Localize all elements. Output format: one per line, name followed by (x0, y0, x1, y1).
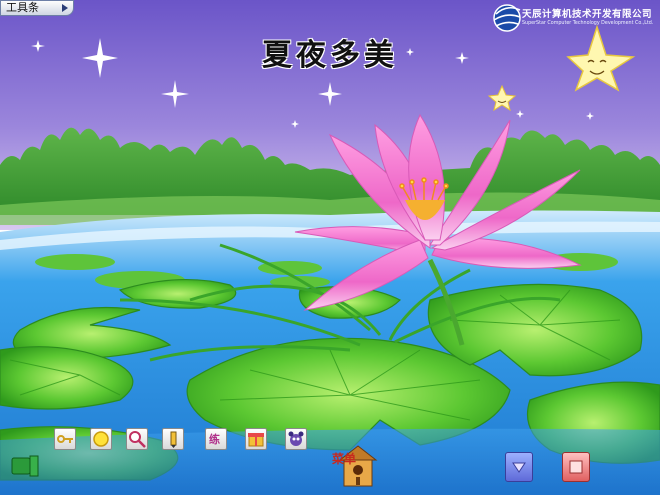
company-name: 天辰计算机技术开发有限公司 (522, 9, 653, 20)
toolbar-label: 工具条 (6, 1, 39, 14)
page-title: 夏夜多美 (262, 38, 398, 73)
toolbar-tab[interactable]: 工具条 (0, 0, 74, 16)
practice-label: 练 (209, 433, 220, 446)
practice-button[interactable]: 练 (205, 428, 227, 450)
down-triangle-icon (512, 462, 526, 473)
company-english-name: SuperStar Computer Technology Developmen… (522, 21, 654, 26)
menu-label: 菜单 (332, 452, 357, 466)
pencil-icon[interactable] (162, 428, 184, 450)
menu-button[interactable]: 菜单 (326, 440, 382, 492)
pond-night-scene (0, 0, 660, 495)
company-branding: 天辰计算机技术开发有限公司 SuperStar Computer Technol… (492, 4, 660, 34)
square-stop-icon (569, 460, 583, 474)
next-page-button[interactable] (505, 452, 533, 482)
key-icon[interactable] (54, 428, 76, 450)
magnifier-icon[interactable] (126, 428, 148, 450)
game-character-icon[interactable] (285, 428, 307, 450)
gift-box-icon[interactable] (245, 428, 267, 450)
record-circle-icon[interactable] (90, 428, 112, 450)
speaker-icon[interactable] (10, 452, 40, 478)
exit-button[interactable] (562, 452, 590, 482)
expand-arrow-icon (62, 4, 68, 12)
